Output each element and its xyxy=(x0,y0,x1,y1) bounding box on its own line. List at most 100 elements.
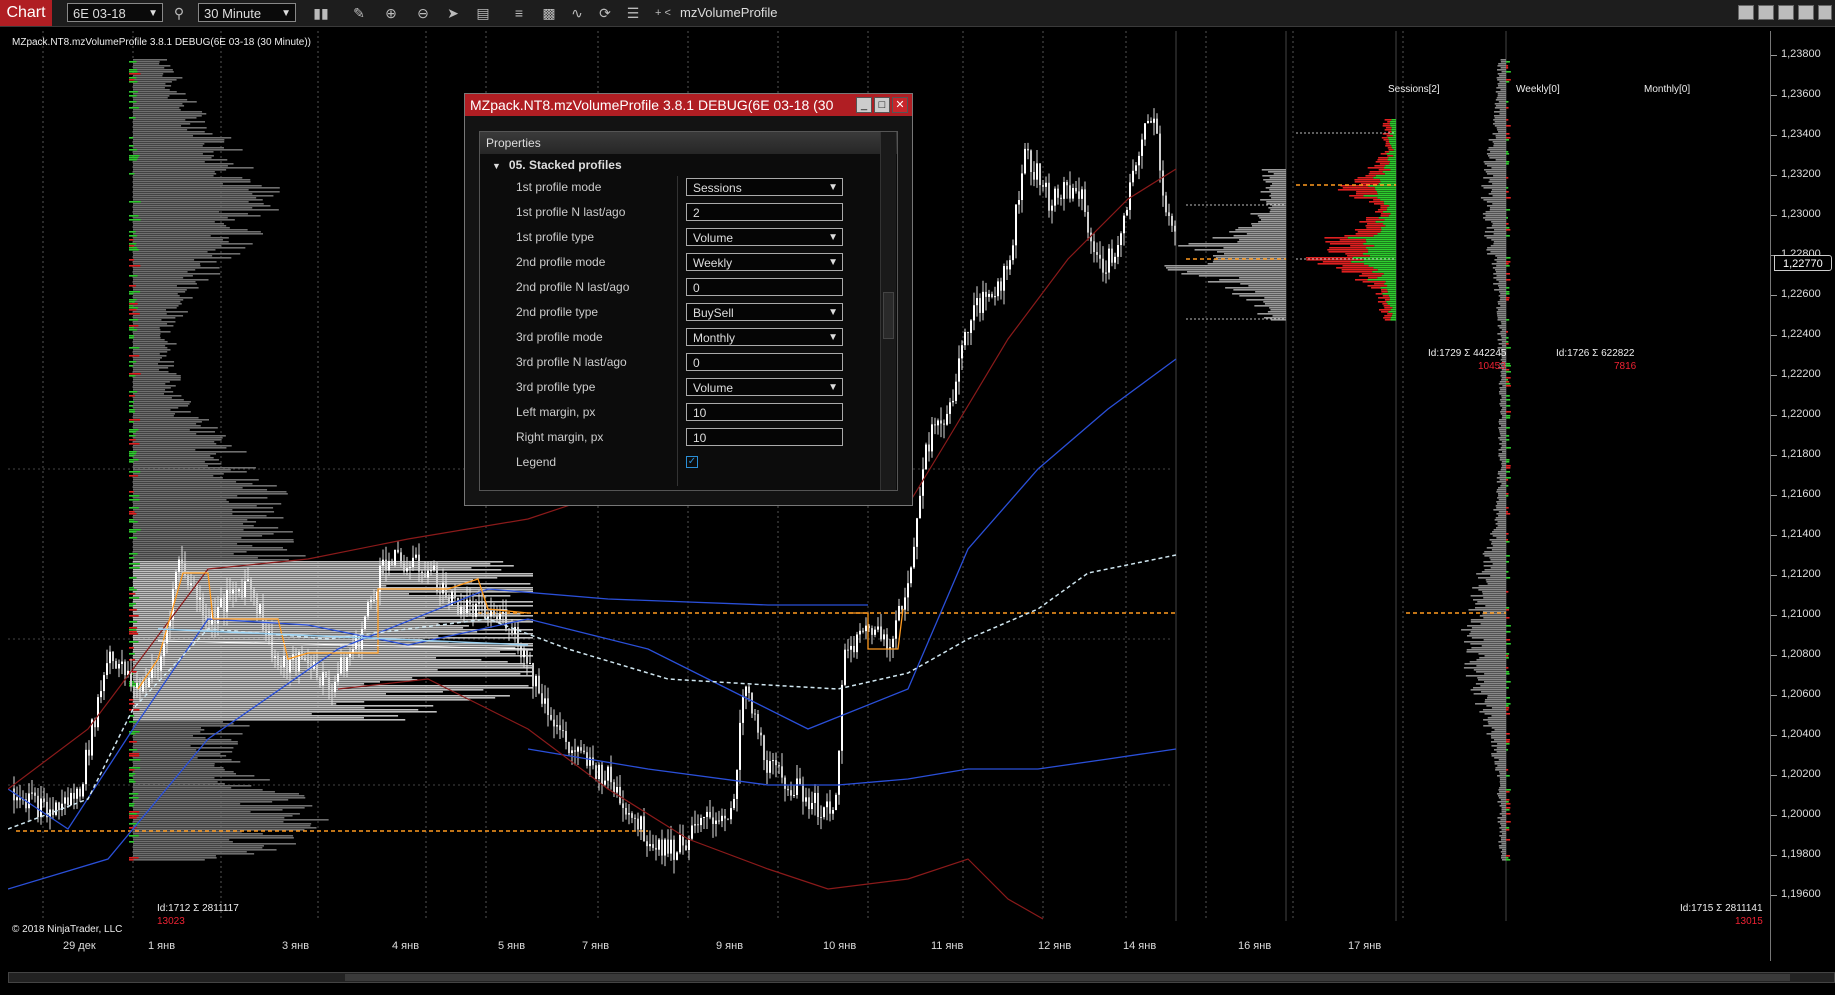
property-select[interactable]: Weekly ▼ xyxy=(686,253,843,271)
delta-bar xyxy=(1506,485,1509,487)
property-select[interactable]: Sessions ▼ xyxy=(686,178,843,196)
property-select[interactable]: Monthly ▼ xyxy=(686,328,843,346)
session-profile-bar xyxy=(1255,291,1286,293)
session-profile-bar xyxy=(1239,277,1286,279)
tile-horizontal-icon[interactable] xyxy=(1758,5,1774,20)
monthly-profile-bar xyxy=(1476,573,1506,575)
maximize-icon[interactable]: □ xyxy=(874,97,890,113)
pencil-icon[interactable]: ✎ xyxy=(348,3,370,23)
price-tick-label: 1,22000 xyxy=(1771,408,1821,420)
monthly-profile-bar xyxy=(1470,621,1506,623)
monthly-profile-bar xyxy=(1501,857,1506,859)
weekly-sell-bar xyxy=(1384,129,1392,131)
properties-icon[interactable]: ▤ xyxy=(472,3,494,23)
delta-bar xyxy=(129,443,140,445)
bar-type-icon[interactable]: ▮▮ xyxy=(310,3,332,23)
tile-icon[interactable] xyxy=(1738,5,1754,20)
property-select[interactable]: Volume ▼ xyxy=(686,228,843,246)
instrument-selector[interactable]: 6E 03-18 ▼ xyxy=(67,3,163,22)
zoom-out-icon[interactable]: ⊖ xyxy=(412,3,434,23)
property-select[interactable]: BuySell ▼ xyxy=(686,303,843,321)
section-stacked-profiles[interactable]: ▼ 05. Stacked profiles xyxy=(480,154,880,176)
volume-bar xyxy=(133,415,174,417)
strategies-icon[interactable]: ≡ xyxy=(508,3,530,23)
delta-bar xyxy=(129,95,137,97)
volume-bar xyxy=(133,163,234,165)
delta-bar xyxy=(129,653,135,655)
candle-body xyxy=(652,844,654,848)
property-input[interactable]: 10 xyxy=(686,428,843,446)
properties-header: Properties xyxy=(480,132,897,154)
property-input[interactable]: 0 xyxy=(686,278,843,296)
candle-body xyxy=(1093,241,1095,253)
property-input[interactable]: 0 xyxy=(686,353,843,371)
chart-tab[interactable]: Chart xyxy=(0,0,52,26)
pointer-icon[interactable]: ➤ xyxy=(442,3,464,23)
maximize-icon[interactable] xyxy=(1798,5,1814,20)
volume-bar xyxy=(133,123,191,125)
legend-checkbox[interactable]: ✓ xyxy=(686,456,698,468)
monthly-profile-bar xyxy=(1498,455,1506,457)
weekly-sell-bar xyxy=(1377,159,1388,161)
weekly-buy-bar xyxy=(1378,217,1396,219)
list-icon[interactable]: ☰ xyxy=(622,3,644,23)
volume-bar xyxy=(133,67,165,69)
price-axis[interactable]: 1,23800 1,23600 1,23400 1,23200 1,23000 1,228… xyxy=(1770,31,1835,961)
scrollbar-thumb[interactable] xyxy=(345,974,1790,981)
interval-selector[interactable]: 30 Minute ▼ xyxy=(198,3,296,22)
monthly-profile-bar xyxy=(1496,313,1506,315)
close-icon[interactable] xyxy=(1818,5,1832,20)
volume-bar xyxy=(133,261,217,263)
properties-dialog[interactable]: MZpack.NT8.mzVolumeProfile 3.8.1 DEBUG(6… xyxy=(464,93,913,506)
property-input[interactable]: 10 xyxy=(686,403,843,421)
monthly-profile-bar xyxy=(1501,829,1506,831)
dialog-scroll-thumb[interactable] xyxy=(883,292,894,339)
monthly-profile-bar xyxy=(1497,521,1506,523)
candle-body xyxy=(79,788,81,797)
templates-icon[interactable]: ▩ xyxy=(538,3,560,23)
monthly-profile-bar xyxy=(1481,185,1506,187)
session-profile-bar xyxy=(1264,303,1286,305)
candle-body xyxy=(679,834,681,853)
monthly-profile-bar xyxy=(1499,779,1506,781)
weekly-sell-bar xyxy=(1355,279,1368,281)
drawing-tools-icon[interactable]: ∿ xyxy=(566,3,588,23)
session-profile-bar xyxy=(1260,219,1286,221)
volume-bar xyxy=(133,541,294,543)
search-icon[interactable]: ⚲ xyxy=(168,3,190,23)
delta-bar xyxy=(1506,299,1509,301)
volume-bar xyxy=(133,769,225,771)
delta-bar xyxy=(1506,383,1511,385)
monthly-profile-bar xyxy=(1498,797,1506,799)
candle-body xyxy=(346,657,348,672)
monthly-profile-bar xyxy=(1501,441,1506,443)
collapse-icon[interactable]: ▼ xyxy=(492,161,501,171)
property-input[interactable]: 2 xyxy=(686,203,843,221)
delta-bar xyxy=(1506,657,1509,659)
volume-bar xyxy=(133,757,198,759)
volume-bar xyxy=(133,301,181,303)
property-select[interactable]: Volume ▼ xyxy=(686,378,843,396)
delta-bar xyxy=(129,835,139,837)
delta-bar xyxy=(129,453,136,455)
refresh-icon[interactable]: ⟳ xyxy=(594,3,616,23)
weekly-sell-bar xyxy=(1365,219,1385,221)
dialog-title[interactable]: MZpack.NT8.mzVolumeProfile 3.8.1 DEBUG(6… xyxy=(465,94,912,116)
nav-arrows-icon[interactable]: + < xyxy=(648,3,678,23)
price-tick-label: 1,22400 xyxy=(1771,328,1821,340)
minimize-icon[interactable]: _ xyxy=(856,97,872,113)
close-icon[interactable]: ✕ xyxy=(892,97,908,113)
candle-body xyxy=(817,792,819,817)
delta-bar xyxy=(1506,609,1509,611)
volume-bar xyxy=(133,375,181,377)
delta-bar xyxy=(1506,125,1511,127)
time-axis[interactable]: 29 дек 1 янв 3 янв 4 янв 5 янв 7 янв 9 янв 10 я… xyxy=(8,940,1778,962)
monthly-profile-bar xyxy=(1490,251,1506,253)
delta-bar xyxy=(129,773,136,775)
volume-bar xyxy=(133,507,274,509)
volume-bar xyxy=(133,141,225,143)
minimize-icon[interactable] xyxy=(1778,5,1794,20)
property-grid[interactable]: Properties ▼ 05. Stacked profiles 1st pro… xyxy=(479,131,898,491)
chevron-down-icon: ▼ xyxy=(828,332,838,343)
zoom-icon[interactable]: ⊕ xyxy=(380,3,402,23)
